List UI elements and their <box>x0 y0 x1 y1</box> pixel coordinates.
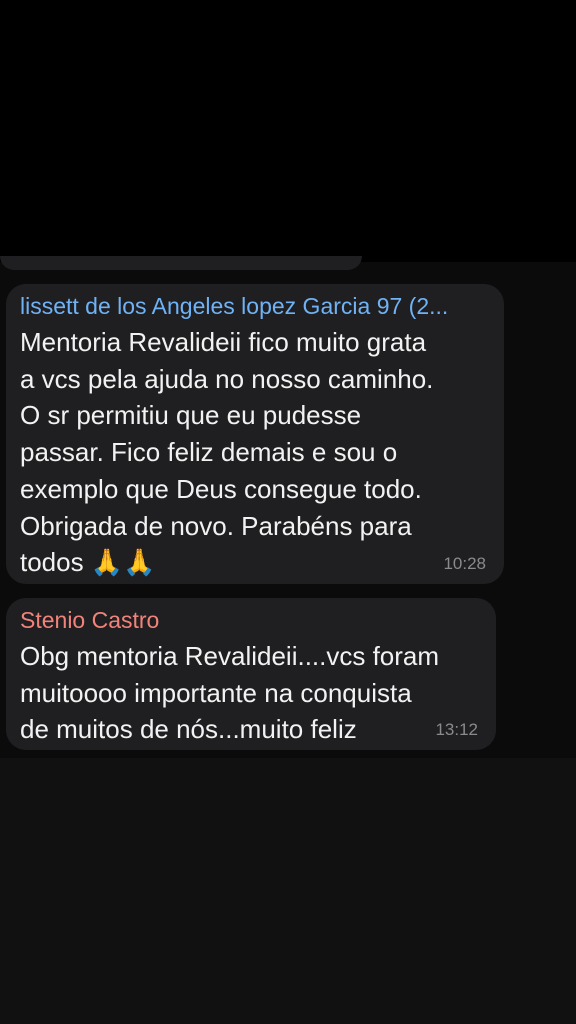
empty-chat-area <box>0 758 576 1024</box>
message-timestamp: 10:28 <box>443 554 486 573</box>
message-text: Obg mentoria Revalideii....vcs foram mui… <box>20 641 440 745</box>
message-body: Mentoria Revalideii fico muito grata a v… <box>20 327 434 578</box>
message-timestamp: 13:12 <box>435 720 478 739</box>
message-bubble[interactable]: lissett de los Angeles lopez Garcia 97 (… <box>6 284 504 584</box>
sender-name[interactable]: Stenio Castro <box>20 602 480 638</box>
message-text: Mentoria Revalideii fico muito grata a v… <box>20 324 488 582</box>
previous-message-bubble <box>0 256 362 270</box>
message-bubble[interactable]: Stenio Castro Obg mentoria Revalideii...… <box>6 598 496 750</box>
sender-name[interactable]: lissett de los Angeles lopez Garcia 97 (… <box>20 288 488 324</box>
praying-hands-emoji: 🙏🙏 <box>90 548 156 579</box>
status-area <box>0 0 576 262</box>
